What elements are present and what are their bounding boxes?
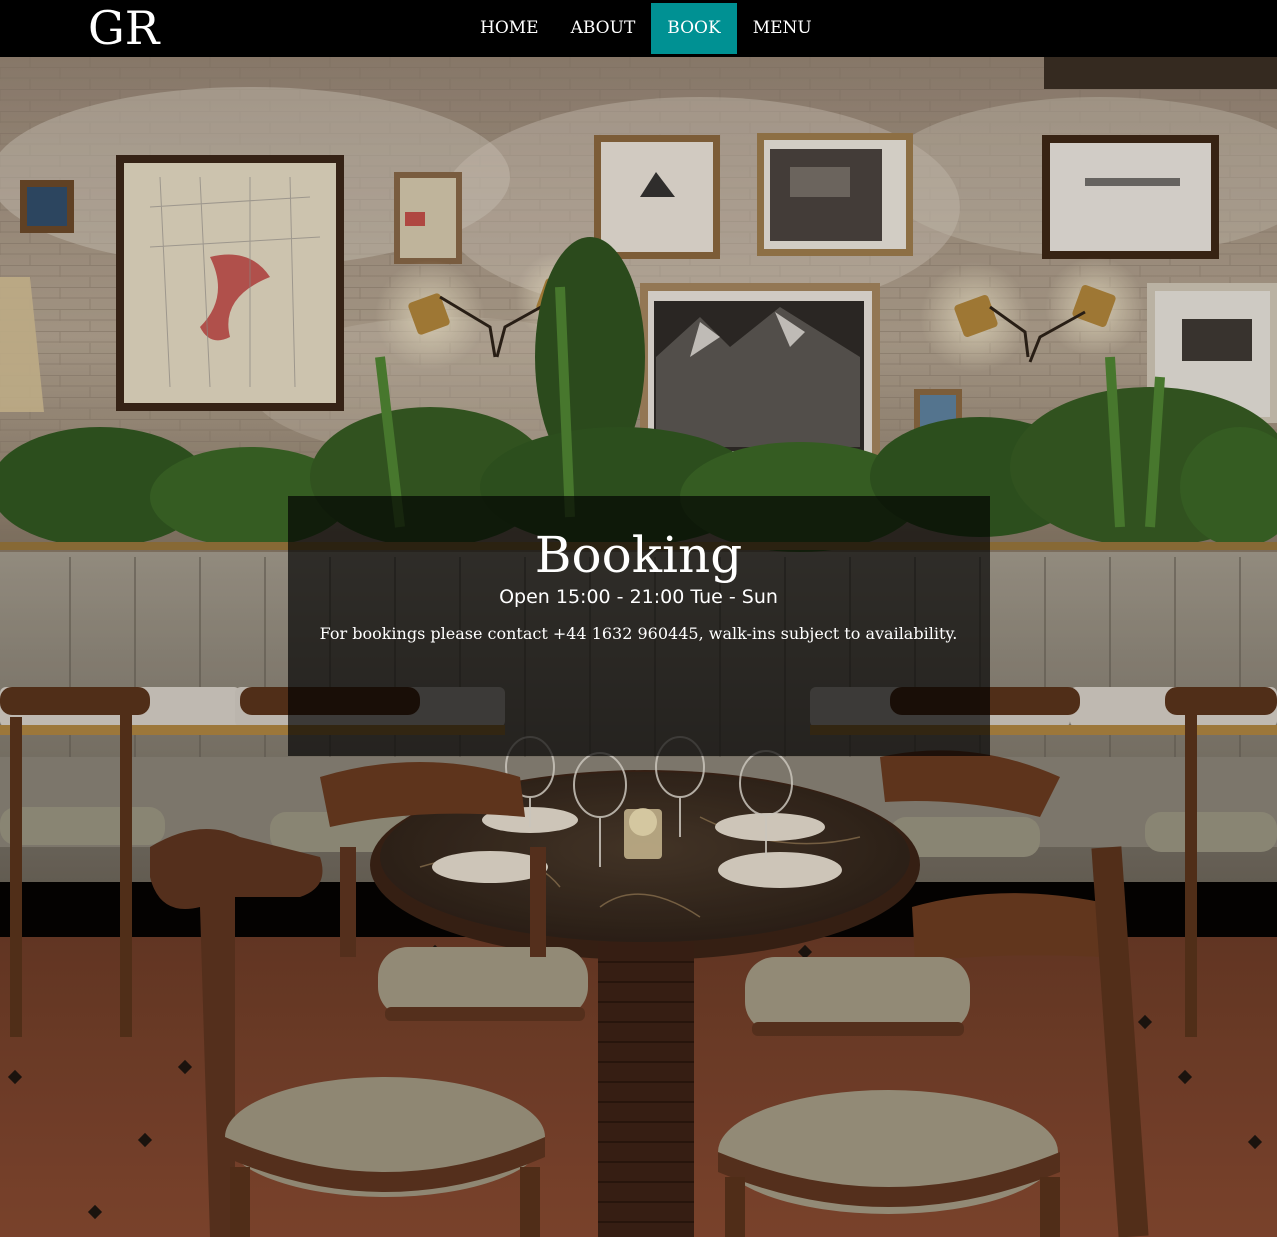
site-logo[interactable]: GR <box>88 0 159 56</box>
opening-hours: Open 15:00 - 21:00 Tue - Sun <box>499 586 778 608</box>
nav-book-link[interactable]: BOOK <box>651 3 737 54</box>
nav-home-link[interactable]: HOME <box>464 3 555 54</box>
booking-title: Booking <box>534 526 743 584</box>
top-navbar: GR HOME ABOUT BOOK MENU <box>0 0 1277 57</box>
booking-description: For bookings please contact +44 1632 960… <box>319 624 958 643</box>
nav-menu-link[interactable]: MENU <box>737 3 828 54</box>
nav-about-link[interactable]: ABOUT <box>555 3 652 54</box>
nav-links: HOME ABOUT BOOK MENU <box>464 3 828 54</box>
